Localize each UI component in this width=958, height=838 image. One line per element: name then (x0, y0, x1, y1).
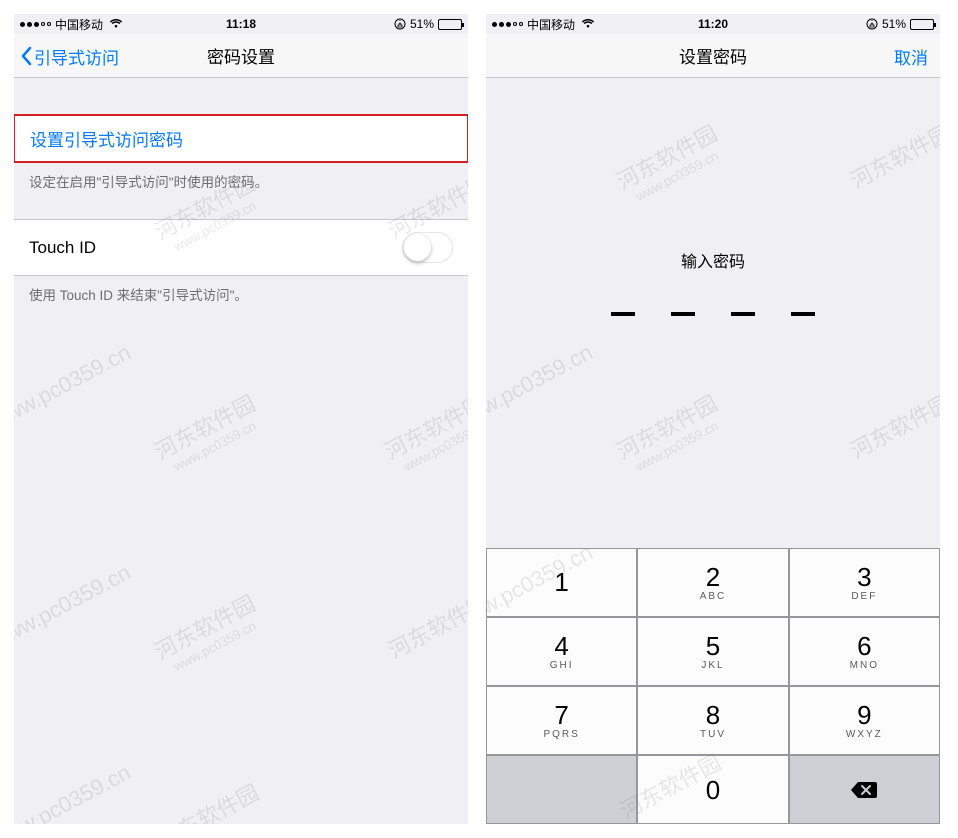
status-time: 11:18 (226, 17, 256, 31)
key-6[interactable]: 6MNO (789, 617, 940, 686)
screenshot-left: 中国移动 11:18 51% 引导式访问 密码设置 (14, 14, 468, 824)
enter-passcode-label: 输入密码 (486, 248, 940, 272)
touch-id-footer: 使用 Touch ID 来结束"引导式访问"。 (14, 276, 468, 314)
passcode-dash (671, 312, 695, 316)
key-delete[interactable] (789, 755, 940, 824)
battery-pct: 51% (882, 17, 906, 31)
key-blank (486, 755, 637, 824)
nav-bar: 设置密码 取消 (486, 34, 940, 78)
battery-pct: 51% (410, 17, 434, 31)
set-passcode-label: 设置引导式访问密码 (30, 126, 183, 151)
key-1[interactable]: 1 (486, 548, 637, 617)
carrier-label: 中国移动 (527, 16, 575, 33)
orientation-lock-icon (866, 18, 878, 30)
passcode-dash (731, 312, 755, 316)
passcode-dash (611, 312, 635, 316)
nav-title: 密码设置 (207, 43, 275, 68)
key-3[interactable]: 3DEF (789, 548, 940, 617)
key-9[interactable]: 9WXYZ (789, 686, 940, 755)
key-4[interactable]: 4GHI (486, 617, 637, 686)
passcode-dashes (486, 312, 940, 316)
key-7[interactable]: 7PQRS (486, 686, 637, 755)
key-5[interactable]: 5JKL (637, 617, 788, 686)
chevron-left-icon (20, 46, 32, 66)
passcode-dash (791, 312, 815, 316)
status-bar: 中国移动 11:20 51% (486, 14, 940, 34)
set-passcode-footer: 设定在启用"引导式访问"时使用的密码。 (14, 163, 468, 201)
signal-icon (492, 22, 523, 27)
set-guided-access-passcode-cell[interactable]: 设置引导式访问密码 (14, 114, 468, 163)
signal-icon (20, 22, 51, 27)
wifi-icon (581, 17, 595, 31)
back-button[interactable]: 引导式访问 (20, 34, 119, 78)
cancel-button[interactable]: 取消 (894, 34, 928, 78)
status-bar: 中国移动 11:18 51% (14, 14, 468, 34)
wifi-icon (109, 17, 123, 31)
key-8[interactable]: 8TUV (637, 686, 788, 755)
screenshot-right: 中国移动 11:20 51% 设置密码 取消 输入密码 (486, 14, 940, 824)
status-time: 11:20 (698, 17, 728, 31)
key-0[interactable]: 0 (637, 755, 788, 824)
numeric-keypad: 1 2ABC 3DEF 4GHI 5JKL 6MNO 7PQRS 8TUV 9W… (486, 548, 940, 824)
touch-id-label: Touch ID (29, 238, 96, 258)
back-label: 引导式访问 (34, 44, 119, 69)
nav-bar: 引导式访问 密码设置 (14, 34, 468, 78)
touch-id-cell[interactable]: Touch ID (14, 219, 468, 276)
nav-title: 设置密码 (679, 43, 747, 68)
battery-icon (910, 19, 934, 30)
battery-icon (438, 19, 462, 30)
carrier-label: 中国移动 (55, 16, 103, 33)
passcode-area: 输入密码 (486, 78, 940, 316)
key-2[interactable]: 2ABC (637, 548, 788, 617)
backspace-icon (849, 780, 879, 800)
touch-id-toggle[interactable] (402, 232, 453, 263)
orientation-lock-icon (394, 18, 406, 30)
